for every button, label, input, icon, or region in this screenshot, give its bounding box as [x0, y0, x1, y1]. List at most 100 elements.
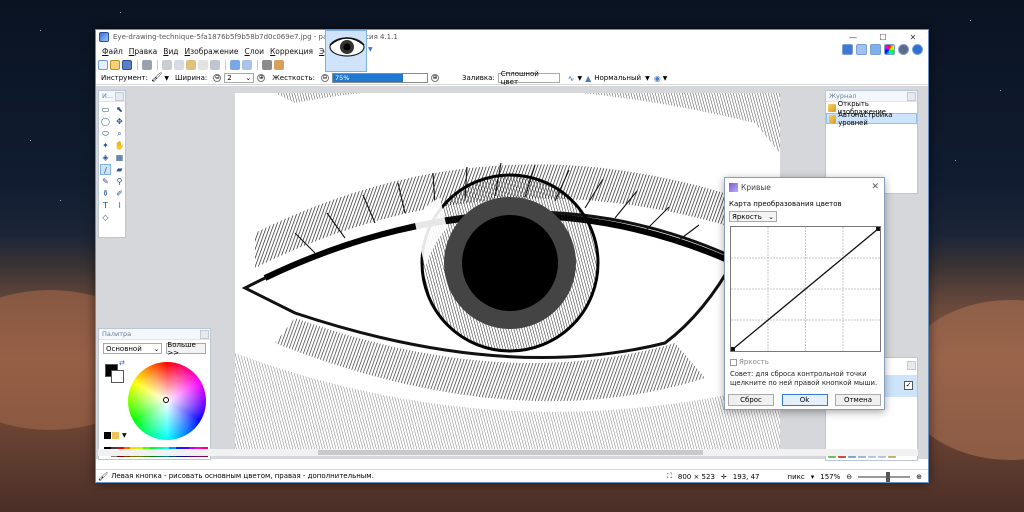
- blend-mode-select[interactable]: Нормальный: [594, 74, 641, 82]
- new-file-icon[interactable]: [98, 60, 108, 70]
- image-tab-thumbnail[interactable]: [325, 30, 367, 72]
- paintbrush-tool-icon[interactable]: /: [100, 164, 111, 175]
- ellipse-select-icon[interactable]: ⬭: [100, 128, 111, 139]
- line-curve-icon[interactable]: ⌇: [114, 200, 125, 211]
- redo-icon[interactable]: [242, 60, 252, 70]
- tab-dropdown-icon[interactable]: ▼: [368, 46, 373, 53]
- maximize-button[interactable]: ☐: [868, 30, 898, 44]
- secondary-color-swatch[interactable]: [111, 370, 124, 383]
- scrollbar-thumb[interactable]: [318, 450, 703, 455]
- luminosity-checkbox[interactable]: Яркость: [730, 358, 769, 366]
- print-icon[interactable]: [142, 60, 152, 70]
- magic-wand-icon[interactable]: ✦: [100, 140, 111, 151]
- chevron-down-icon[interactable]: ▼: [645, 75, 650, 82]
- grid-icon[interactable]: [262, 60, 272, 70]
- panel-close-icon[interactable]: [907, 361, 916, 370]
- palette-mode-value: Основной: [106, 344, 142, 353]
- width-decrease-icon[interactable]: ⊖: [213, 74, 222, 82]
- panel-close-icon[interactable]: [907, 92, 916, 101]
- title-bar[interactable]: Eye-drawing-technique-5fa1876b5f9b58b7d0…: [96, 30, 928, 44]
- gradient-icon[interactable]: ▦: [114, 152, 125, 163]
- cancel-button[interactable]: Отмена: [835, 394, 881, 406]
- panel-close-icon[interactable]: [115, 92, 124, 101]
- close-button[interactable]: ✕: [898, 30, 928, 44]
- color-picker-icon[interactable]: ⚲: [114, 176, 125, 187]
- paint-bucket-icon[interactable]: ◈: [100, 152, 111, 163]
- width-increase-icon[interactable]: ⊕: [257, 74, 266, 82]
- move-selected-icon[interactable]: ✥: [114, 116, 125, 127]
- antialias-icon[interactable]: ∿: [568, 74, 575, 83]
- settings-gear-icon[interactable]: [898, 44, 909, 55]
- paste-icon[interactable]: [186, 60, 196, 70]
- shapes-icon[interactable]: ◇: [100, 212, 111, 223]
- pencil-icon[interactable]: ✎: [100, 176, 111, 187]
- color-wheel[interactable]: [128, 362, 206, 440]
- fill-mode-select[interactable]: Сплошной цвет: [497, 70, 560, 86]
- close-icon[interactable]: ✕: [871, 182, 879, 192]
- menu-image[interactable]: Изображение: [185, 47, 239, 56]
- chevron-down-icon[interactable]: ▼: [122, 432, 127, 439]
- menu-adjustments[interactable]: Коррекция: [270, 47, 313, 56]
- menu-layers[interactable]: Слои: [244, 47, 264, 56]
- palette-menu-icon[interactable]: [112, 432, 119, 439]
- horizontal-scrollbar[interactable]: [98, 449, 918, 456]
- alpha-blending-icon[interactable]: ◉: [654, 74, 661, 83]
- swap-colors-icon[interactable]: ⇄: [119, 359, 125, 367]
- minimize-button[interactable]: —: [838, 30, 868, 44]
- reset-button[interactable]: Сброс: [728, 394, 774, 406]
- hardness-increase-icon[interactable]: ⊕: [430, 74, 439, 82]
- text-icon[interactable]: T: [100, 200, 111, 211]
- deselect-icon[interactable]: [210, 60, 220, 70]
- default-colors-icon[interactable]: [104, 432, 111, 439]
- save-icon[interactable]: [122, 60, 132, 70]
- clone-stamp-icon[interactable]: ⚱: [100, 188, 111, 199]
- hardness-decrease-icon[interactable]: ⊖: [320, 74, 329, 82]
- hardness-slider[interactable]: 75%: [331, 73, 428, 83]
- undo-icon[interactable]: [230, 60, 240, 70]
- zoom-icon[interactable]: ⌕: [114, 128, 125, 139]
- lasso-select-icon[interactable]: ◯: [100, 116, 111, 127]
- chevron-down-icon[interactable]: ▼: [577, 75, 582, 82]
- panel-close-icon[interactable]: [200, 330, 209, 339]
- eraser-icon[interactable]: ▰: [114, 164, 125, 175]
- layers-panel-toggle-icon[interactable]: [870, 44, 881, 55]
- zoom-slider-knob[interactable]: [886, 471, 891, 482]
- ok-button[interactable]: Ok: [781, 394, 828, 406]
- recolor-icon[interactable]: ✐: [114, 188, 125, 199]
- chevron-down-icon[interactable]: ▾: [811, 473, 815, 481]
- layer-visibility-checkbox[interactable]: ✓: [904, 381, 913, 390]
- curve-graph[interactable]: [730, 226, 881, 352]
- curves-mode-select[interactable]: Яркость ⌄: [729, 211, 777, 222]
- chevron-down-icon[interactable]: ▼: [164, 75, 169, 82]
- color-wheel-cursor: [163, 397, 169, 403]
- crop-icon[interactable]: [198, 60, 208, 70]
- rectangle-select-icon[interactable]: ▭: [100, 104, 111, 115]
- ruler-icon[interactable]: [274, 60, 284, 70]
- zoom-out-icon[interactable]: ⊖: [846, 473, 852, 481]
- zoom-in-icon[interactable]: ⊕: [916, 473, 922, 481]
- menu-view[interactable]: Вид: [163, 47, 178, 56]
- open-folder-icon[interactable]: [110, 60, 120, 70]
- history-item-auto-level[interactable]: Автонастройка уровней: [826, 111, 917, 127]
- history-panel-toggle-icon[interactable]: [856, 44, 867, 55]
- colors-panel-toggle-icon[interactable]: [884, 44, 895, 55]
- open-image-icon: [828, 103, 836, 112]
- units-select[interactable]: пикс: [788, 473, 805, 481]
- copy-icon[interactable]: [174, 60, 184, 70]
- move-selection-icon[interactable]: ⬉: [114, 104, 125, 115]
- curves-dialog-titlebar[interactable]: Кривые: [725, 178, 884, 196]
- image-canvas[interactable]: [235, 93, 780, 449]
- menu-edit[interactable]: Правка: [129, 47, 158, 56]
- paintbrush-icon[interactable]: 🖌: [151, 73, 162, 83]
- brush-width-input[interactable]: 2 ⌄: [224, 73, 255, 83]
- zoom-value[interactable]: 157%: [820, 473, 840, 481]
- chevron-down-icon[interactable]: ▼: [663, 75, 668, 82]
- tools-panel-toggle-icon[interactable]: [842, 44, 853, 55]
- cut-icon[interactable]: [162, 60, 172, 70]
- menu-file[interactable]: Файл: [102, 47, 123, 56]
- palette-mode-select[interactable]: Основной ⌄: [103, 343, 163, 354]
- palette-more-button[interactable]: Больше >>: [166, 341, 206, 357]
- zoom-slider[interactable]: [858, 471, 911, 482]
- pan-icon[interactable]: ✋: [114, 140, 125, 151]
- help-icon[interactable]: [912, 44, 923, 55]
